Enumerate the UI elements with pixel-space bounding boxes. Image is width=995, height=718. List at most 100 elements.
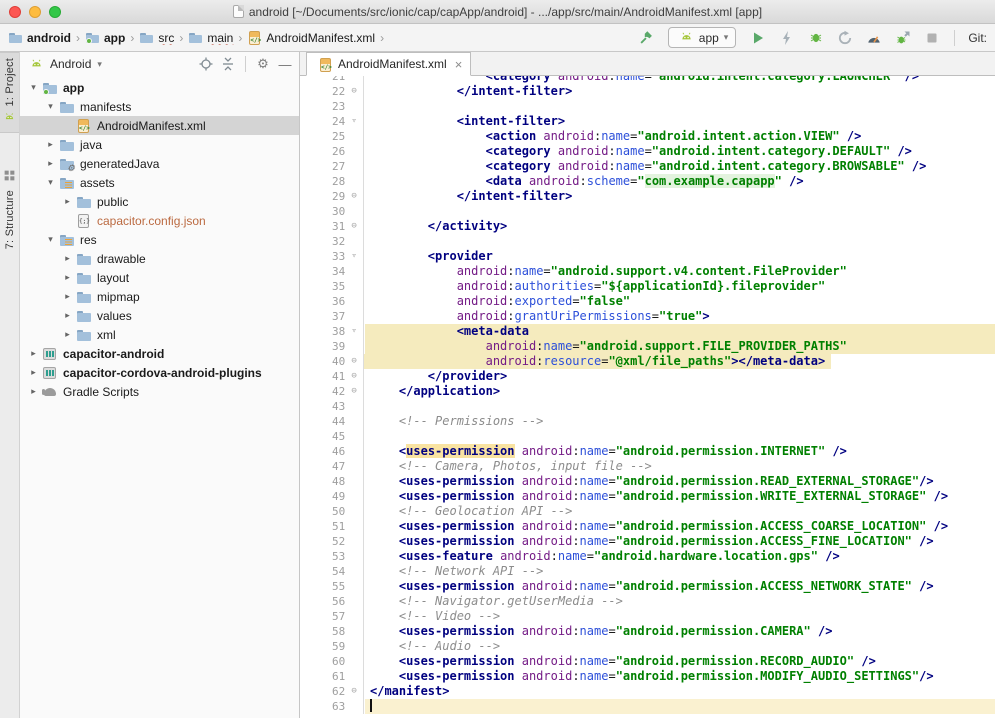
tree-expand-arrow-icon[interactable]: ▸ <box>28 386 39 397</box>
minimize-window-button[interactable] <box>29 6 41 18</box>
tree-item-xml[interactable]: ▸xml <box>20 325 299 344</box>
fold-marker-icon[interactable]: ⊖ <box>345 219 363 234</box>
code-line-61[interactable]: 61 <uses-permission android:name="androi… <box>300 669 995 684</box>
code-line-35[interactable]: 35 android:authorities="${applicationId}… <box>300 279 995 294</box>
code-line-31[interactable]: 31⊖ </activity> <box>300 219 995 234</box>
close-tab-icon[interactable]: × <box>455 58 463 71</box>
code-line-26[interactable]: 26 <category android:name="android.inten… <box>300 144 995 159</box>
fold-marker-icon[interactable]: ▿ <box>345 249 363 264</box>
code-line-54[interactable]: 54 <!-- Network API --> <box>300 564 995 579</box>
fold-marker-icon[interactable]: ⊖ <box>345 189 363 204</box>
tree-expand-arrow-icon[interactable]: ▸ <box>62 272 73 283</box>
code-line-38[interactable]: 38▿ <meta-data <box>300 324 995 339</box>
collapse-all-icon[interactable] <box>219 55 237 73</box>
tree-item-drawable[interactable]: ▸drawable <box>20 249 299 268</box>
tree-expand-arrow-icon[interactable]: ▾ <box>28 82 39 93</box>
tree-expand-arrow-icon[interactable]: ▸ <box>28 367 39 378</box>
tree-item-layout[interactable]: ▸layout <box>20 268 299 287</box>
breadcrumb-item-main[interactable]: main <box>188 30 233 45</box>
code-line-21[interactable]: 21 <category android:name="android.inten… <box>300 76 995 84</box>
tree-item-capacitor-cordova-android-plugins[interactable]: ▸capacitor-cordova-android-plugins <box>20 363 299 382</box>
code-line-44[interactable]: 44 <!-- Permissions --> <box>300 414 995 429</box>
tree-item-public[interactable]: ▸public <box>20 192 299 211</box>
tree-expand-arrow-icon[interactable]: ▸ <box>45 158 56 169</box>
code-line-62[interactable]: 62⊖</manifest> <box>300 684 995 699</box>
breadcrumb-item-androidmanifest-xml[interactable]: AndroidManifest.xml <box>247 30 375 45</box>
zoom-window-button[interactable] <box>49 6 61 18</box>
code-line-30[interactable]: 30 <box>300 204 995 219</box>
code-line-39[interactable]: 39 android:name="android.support.FILE_PR… <box>300 339 995 354</box>
tree-item-assets[interactable]: ▾assets <box>20 173 299 192</box>
code-line-22[interactable]: 22⊖ </intent-filter> <box>300 84 995 99</box>
fold-marker-icon[interactable]: ⊖ <box>345 354 363 369</box>
code-line-56[interactable]: 56 <!-- Navigator.getUserMedia --> <box>300 594 995 609</box>
code-line-23[interactable]: 23 <box>300 99 995 114</box>
editor-tab-androidmanifest[interactable]: AndroidManifest.xml × <box>306 52 471 76</box>
close-window-button[interactable] <box>9 6 21 18</box>
code-line-45[interactable]: 45 <box>300 429 995 444</box>
fold-marker-icon[interactable]: ▿ <box>345 114 363 129</box>
code-line-50[interactable]: 50 <!-- Geolocation API --> <box>300 504 995 519</box>
breadcrumb-item-app[interactable]: app <box>85 30 125 45</box>
debug-button[interactable] <box>805 27 827 49</box>
tree-item-generatedjava[interactable]: ▸⚙generatedJava <box>20 154 299 173</box>
tree-item-java[interactable]: ▸java <box>20 135 299 154</box>
hide-panel-icon[interactable]: — <box>276 55 294 73</box>
coverage-button[interactable] <box>834 27 856 49</box>
tree-expand-arrow-icon[interactable]: ▾ <box>45 234 56 245</box>
tree-expand-arrow-icon[interactable]: ▸ <box>62 310 73 321</box>
tree-item-capacitor-android[interactable]: ▸capacitor-android <box>20 344 299 363</box>
tree-item-manifests[interactable]: ▾manifests <box>20 97 299 116</box>
code-line-33[interactable]: 33▿ <provider <box>300 249 995 264</box>
profiler-button[interactable] <box>863 27 885 49</box>
tree-item-capacitor-config-json[interactable]: capacitor.config.json <box>20 211 299 230</box>
stop-button[interactable] <box>921 27 943 49</box>
code-line-51[interactable]: 51 <uses-permission android:name="androi… <box>300 519 995 534</box>
code-line-60[interactable]: 60 <uses-permission android:name="androi… <box>300 654 995 669</box>
code-line-43[interactable]: 43 <box>300 399 995 414</box>
fold-marker-icon[interactable]: ⊖ <box>345 684 363 699</box>
tree-item-values[interactable]: ▸values <box>20 306 299 325</box>
code-line-25[interactable]: 25 <action android:name="android.intent.… <box>300 129 995 144</box>
tree-expand-arrow-icon[interactable]: ▾ <box>45 101 56 112</box>
git-widget[interactable]: Git: <box>968 31 987 45</box>
code-line-46[interactable]: 46 <uses-permission android:name="androi… <box>300 444 995 459</box>
attach-debugger-button[interactable] <box>892 27 914 49</box>
fold-marker-icon[interactable]: ⊖ <box>345 369 363 384</box>
tree-expand-arrow-icon[interactable]: ▾ <box>45 177 56 188</box>
code-line-27[interactable]: 27 <category android:name="android.inten… <box>300 159 995 174</box>
code-line-47[interactable]: 47 <!-- Camera, Photos, input file --> <box>300 459 995 474</box>
tree-item-androidmanifest-xml[interactable]: AndroidManifest.xml <box>20 116 299 135</box>
code-line-29[interactable]: 29⊖ </intent-filter> <box>300 189 995 204</box>
tool-window-button-structure[interactable]: 7: Structure <box>0 164 19 254</box>
fold-marker-icon[interactable]: ⊖ <box>345 384 363 399</box>
tree-item-mipmap[interactable]: ▸mipmap <box>20 287 299 306</box>
tree-item-app[interactable]: ▾app <box>20 78 299 97</box>
code-line-41[interactable]: 41⊖ </provider> <box>300 369 995 384</box>
code-editor[interactable]: 21 <category android:name="android.inten… <box>300 76 995 718</box>
run-configuration-dropdown[interactable]: app ▾ <box>668 27 737 48</box>
code-line-32[interactable]: 32 <box>300 234 995 249</box>
locate-file-icon[interactable] <box>197 55 215 73</box>
apply-changes-button[interactable] <box>776 27 798 49</box>
fold-marker-icon[interactable]: ▿ <box>345 324 363 339</box>
run-button[interactable] <box>747 27 769 49</box>
code-line-40[interactable]: 40⊖ android:resource="@xml/file_paths"><… <box>300 354 995 369</box>
code-line-55[interactable]: 55 <uses-permission android:name="androi… <box>300 579 995 594</box>
tree-expand-arrow-icon[interactable]: ▸ <box>45 139 56 150</box>
fold-marker-icon[interactable]: ⊖ <box>345 84 363 99</box>
tree-item-gradle-scripts[interactable]: ▸Gradle Scripts <box>20 382 299 401</box>
code-line-28[interactable]: 28 <data android:scheme="com.example.cap… <box>300 174 995 189</box>
code-line-63[interactable]: 63 <box>300 699 995 714</box>
code-line-34[interactable]: 34 android:name="android.support.v4.cont… <box>300 264 995 279</box>
code-line-59[interactable]: 59 <!-- Audio --> <box>300 639 995 654</box>
code-line-57[interactable]: 57 <!-- Video --> <box>300 609 995 624</box>
code-line-58[interactable]: 58 <uses-permission android:name="androi… <box>300 624 995 639</box>
tree-expand-arrow-icon[interactable]: ▸ <box>62 196 73 207</box>
tree-item-res[interactable]: ▾res <box>20 230 299 249</box>
code-line-36[interactable]: 36 android:exported="false" <box>300 294 995 309</box>
build-hammer-button[interactable] <box>635 27 657 49</box>
code-line-49[interactable]: 49 <uses-permission android:name="androi… <box>300 489 995 504</box>
gear-icon[interactable]: ⚙ <box>254 55 272 73</box>
code-line-37[interactable]: 37 android:grantUriPermissions="true"> <box>300 309 995 324</box>
